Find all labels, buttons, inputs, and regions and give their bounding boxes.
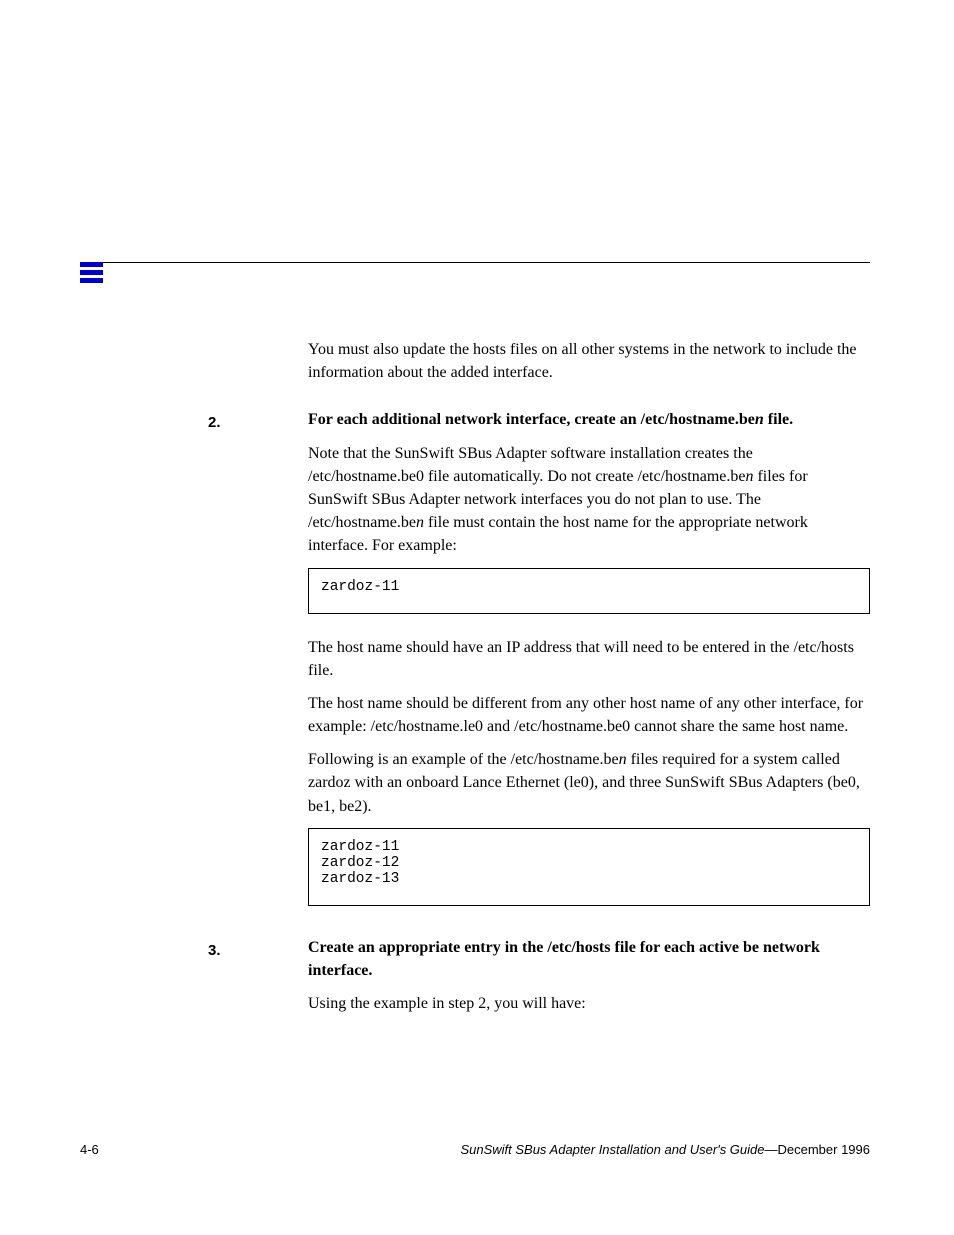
example-lead: Following is an example of the /etc/host… (308, 751, 619, 768)
doc-date: —December 1996 (765, 1142, 871, 1157)
var-n: n (745, 468, 753, 485)
step-2-note: Note that the SunSwift SBus Adapter soft… (308, 442, 870, 558)
step-2-lead: For each additional network interface, c… (308, 411, 755, 428)
var-n: n (416, 514, 424, 531)
step-3-followup: Using the example in step 2, you will ha… (308, 992, 870, 1015)
var-n: n (619, 751, 627, 768)
step-marker-2: 2. (80, 408, 308, 431)
page-number: 4-6 (80, 1142, 99, 1157)
code-block-2: zardoz-11 zardoz-12 zardoz-13 (308, 828, 870, 906)
step-2-text: For each additional network interface, c… (308, 408, 870, 431)
step-3-bold: Create an appropriate entry in the /etc/… (308, 939, 820, 979)
paragraph-ip: The host name should have an IP address … (308, 636, 870, 682)
paragraph: You must also update the hosts files on … (308, 338, 870, 384)
step-marker-3: 3. (80, 936, 308, 959)
hamburger-icon (80, 260, 108, 288)
code-block-1: zardoz-11 (308, 568, 870, 614)
paragraph-example-intro: Following is an example of the /etc/host… (308, 748, 870, 818)
step-2-tail: file. (764, 411, 793, 428)
paragraph-hostname-diff: The host name should be different from a… (308, 692, 870, 738)
step-2-cont: Do not create /etc/hostname.be (543, 468, 745, 485)
footer: 4-6 SunSwift SBus Adapter Installation a… (80, 1142, 870, 1157)
footer-right: SunSwift SBus Adapter Installation and U… (460, 1142, 870, 1157)
step-3-text: Create an appropriate entry in the /etc/… (308, 936, 870, 982)
header-rule (80, 262, 870, 263)
var-n: n (755, 411, 764, 428)
doc-title: SunSwift SBus Adapter Installation and U… (460, 1142, 764, 1157)
